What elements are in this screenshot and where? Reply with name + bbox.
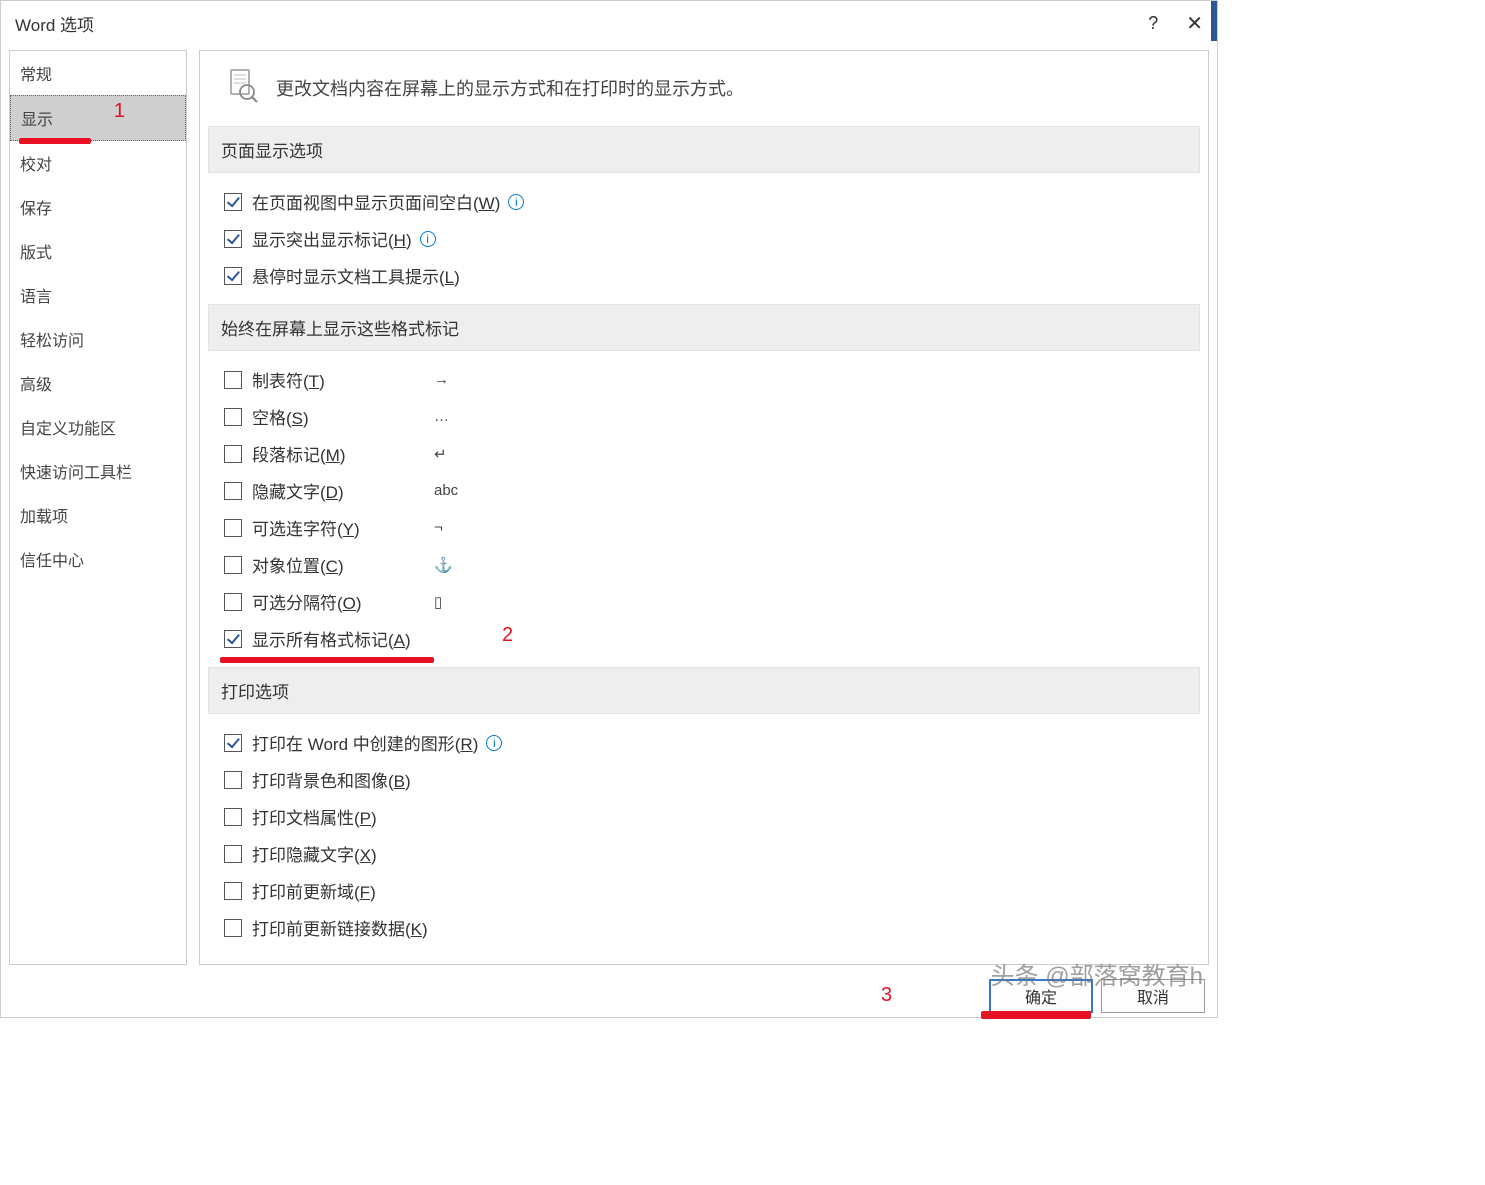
page-display-row-0: 在页面视图中显示页面间空白(W) i	[224, 183, 1208, 220]
intro-text: 更改文档内容在屏幕上的显示方式和在打印时的显示方式。	[276, 75, 744, 101]
sidebar-item-9[interactable]: 快速访问工具栏	[10, 449, 186, 493]
format-mark-symbol-2: ↵	[434, 445, 447, 463]
sidebar-item-6[interactable]: 轻松访问	[10, 317, 186, 361]
format-mark-label-1[interactable]: 空格(S)	[252, 404, 309, 429]
annotation-2: 2	[502, 624, 513, 647]
print-opt-row-4: 打印前更新域(F)	[224, 872, 1208, 909]
format-mark-row-0: 制表符(T) →	[224, 361, 1208, 398]
annotation-3: 3	[881, 984, 892, 1007]
print-opt-label-3[interactable]: 打印隐藏文字(X)	[252, 841, 377, 866]
print-opt-row-2: 打印文档属性(P)	[224, 798, 1208, 835]
page-display-options: 在页面视图中显示页面间空白(W) i 显示突出显示标记(H) i 悬停时显示文档工具提示…	[200, 183, 1208, 300]
format-mark-checkbox-2[interactable]	[224, 445, 242, 463]
section-format-marks: 始终在屏幕上显示这些格式标记	[208, 304, 1200, 351]
page-display-label-2[interactable]: 悬停时显示文档工具提示(L)	[252, 263, 460, 288]
print-options: 打印在 Word 中创建的图形(R) i 打印背景色和图像(B) 打印文档属性(P) 打…	[200, 724, 1208, 952]
format-mark-label-6[interactable]: 可选分隔符(O)	[252, 589, 362, 614]
help-button[interactable]: ?	[1148, 13, 1158, 34]
annotation-underline-3	[981, 1011, 1091, 1019]
format-mark-label-3[interactable]: 隐藏文字(D)	[252, 478, 344, 503]
dialog-title: Word 选项	[15, 11, 94, 36]
format-mark-row-2: 段落标记(M) ↵	[224, 435, 1208, 472]
print-opt-row-1: 打印背景色和图像(B)	[224, 761, 1208, 798]
page-display-checkbox-0[interactable]	[224, 193, 242, 211]
format-mark-checkbox-4[interactable]	[224, 519, 242, 537]
format-mark-label-4[interactable]: 可选连字符(Y)	[252, 515, 360, 540]
title-bar: Word 选项 ? ✕	[1, 1, 1217, 50]
sidebar-item-2[interactable]: 校对	[10, 141, 186, 185]
document-preview-icon	[224, 67, 260, 108]
print-opt-checkbox-1[interactable]	[224, 771, 242, 789]
print-opt-label-2[interactable]: 打印文档属性(P)	[252, 804, 377, 829]
section-print-options: 打印选项	[208, 667, 1200, 714]
sidebar-item-1[interactable]: 显示1	[10, 95, 186, 141]
dialog-footer: 3 确定 取消	[1, 973, 1217, 1017]
format-mark-symbol-6: ▯	[434, 593, 442, 611]
annotation-1: 1	[114, 100, 125, 123]
page-display-label-1[interactable]: 显示突出显示标记(H)	[252, 226, 412, 251]
print-opt-checkbox-0[interactable]	[224, 734, 242, 752]
sidebar-item-0[interactable]: 常规	[10, 51, 186, 95]
page-display-checkbox-2[interactable]	[224, 267, 242, 285]
format-mark-symbol-4: ¬	[434, 519, 443, 536]
format-mark-checkbox-5[interactable]	[224, 556, 242, 574]
info-icon[interactable]: i	[508, 194, 524, 210]
sidebar-item-4[interactable]: 版式	[10, 229, 186, 273]
page-display-row-1: 显示突出显示标记(H) i	[224, 220, 1208, 257]
print-opt-checkbox-4[interactable]	[224, 882, 242, 900]
format-mark-row-1: 空格(S) …	[224, 398, 1208, 435]
info-icon[interactable]: i	[486, 735, 502, 751]
format-mark-label-7[interactable]: 显示所有格式标记(A)	[252, 626, 411, 651]
format-marks-options: 制表符(T) → 空格(S) … 段落标记(M) ↵ 隐藏文字(D) abc 可选连字符(Y) ¬…	[200, 361, 1208, 663]
format-mark-row-4: 可选连字符(Y) ¬	[224, 509, 1208, 546]
format-mark-label-0[interactable]: 制表符(T)	[252, 367, 325, 392]
format-mark-row-7: 显示所有格式标记(A) 2	[224, 620, 1208, 657]
format-mark-label-2[interactable]: 段落标记(M)	[252, 441, 346, 466]
sidebar-item-10[interactable]: 加载项	[10, 493, 186, 537]
close-button[interactable]: ✕	[1186, 11, 1203, 36]
format-mark-symbol-0: →	[434, 371, 449, 388]
print-opt-checkbox-2[interactable]	[224, 808, 242, 826]
format-mark-checkbox-1[interactable]	[224, 408, 242, 426]
print-opt-label-0[interactable]: 打印在 Word 中创建的图形(R)	[252, 730, 478, 755]
info-icon[interactable]: i	[420, 231, 436, 247]
content-panel: 更改文档内容在屏幕上的显示方式和在打印时的显示方式。 页面显示选项 在页面视图中…	[199, 50, 1209, 965]
print-opt-label-1[interactable]: 打印背景色和图像(B)	[252, 767, 411, 792]
annotation-underline-2	[220, 657, 434, 663]
sidebar-item-5[interactable]: 语言	[10, 273, 186, 317]
format-mark-checkbox-3[interactable]	[224, 482, 242, 500]
cancel-button[interactable]: 取消	[1101, 979, 1205, 1013]
print-opt-checkbox-5[interactable]	[224, 919, 242, 937]
page-display-label-0[interactable]: 在页面视图中显示页面间空白(W)	[252, 189, 500, 214]
format-mark-label-5[interactable]: 对象位置(C)	[252, 552, 344, 577]
print-opt-row-3: 打印隐藏文字(X)	[224, 835, 1208, 872]
print-opt-label-5[interactable]: 打印前更新链接数据(K)	[252, 915, 428, 940]
ok-button[interactable]: 确定	[989, 979, 1093, 1013]
print-opt-row-5: 打印前更新链接数据(K)	[224, 909, 1208, 946]
sidebar-item-8[interactable]: 自定义功能区	[10, 405, 186, 449]
format-mark-checkbox-0[interactable]	[224, 371, 242, 389]
sidebar-item-11[interactable]: 信任中心	[10, 537, 186, 581]
format-mark-row-5: 对象位置(C) ⚓	[224, 546, 1208, 583]
format-mark-symbol-3: abc	[434, 482, 458, 499]
page-display-row-2: 悬停时显示文档工具提示(L)	[224, 257, 1208, 294]
print-opt-checkbox-3[interactable]	[224, 845, 242, 863]
section-page-display: 页面显示选项	[208, 126, 1200, 173]
sidebar-item-7[interactable]: 高级	[10, 361, 186, 405]
format-mark-checkbox-7[interactable]	[224, 630, 242, 648]
format-mark-row-6: 可选分隔符(O) ▯	[224, 583, 1208, 620]
format-mark-checkbox-6[interactable]	[224, 593, 242, 611]
format-mark-symbol-1: …	[434, 408, 449, 425]
format-mark-row-3: 隐藏文字(D) abc	[224, 472, 1208, 509]
format-mark-symbol-5: ⚓	[434, 556, 453, 574]
page-display-checkbox-1[interactable]	[224, 230, 242, 248]
sidebar-item-3[interactable]: 保存	[10, 185, 186, 229]
print-opt-row-0: 打印在 Word 中创建的图形(R) i	[224, 724, 1208, 761]
category-sidebar: 常规显示1校对保存版式语言轻松访问高级自定义功能区快速访问工具栏加载项信任中心	[9, 50, 187, 965]
print-opt-label-4[interactable]: 打印前更新域(F)	[252, 878, 376, 903]
scroll-indicator	[1211, 1, 1217, 41]
